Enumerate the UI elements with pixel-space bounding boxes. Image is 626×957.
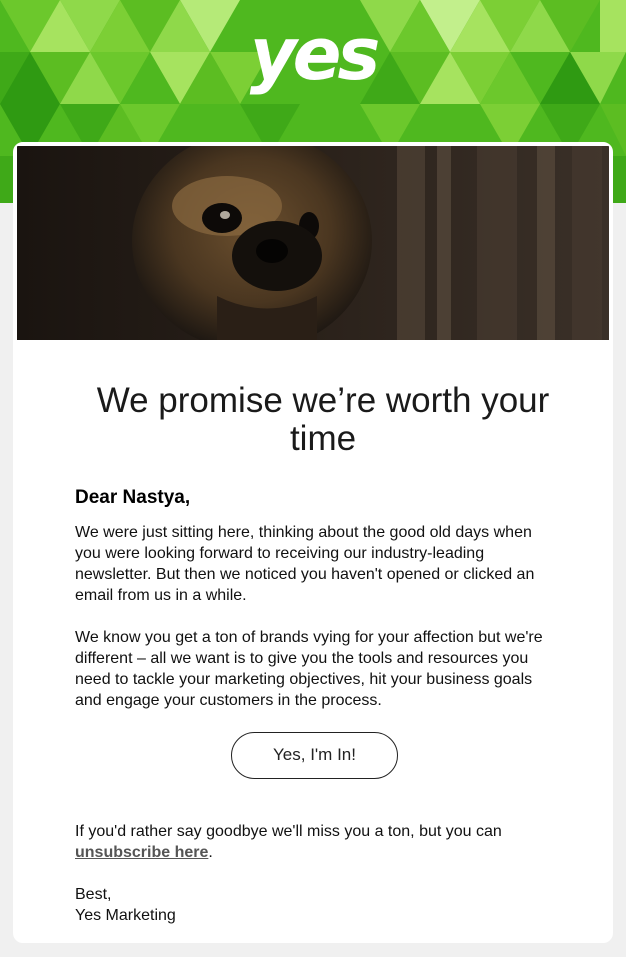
brand-logo[interactable]: yes [0,18,626,90]
hero-image [17,146,609,340]
greeting: Dear Nastya, [75,487,191,508]
goodbye-paragraph: If you'd rather say goodbye we'll miss y… [75,821,555,863]
unsubscribe-link[interactable]: unsubscribe here [75,844,208,861]
goodbye-period: . [208,844,213,861]
body-paragraph-1: We were just sitting here, thinking abou… [75,524,535,604]
signoff-name: Yes Marketing [75,907,176,924]
email-headline: We promise we’re worth your time [96,381,550,458]
email-card: We promise we’re worth your time Dear Na… [13,142,613,943]
signoff-best: Best, [75,886,112,903]
yes-im-in-button[interactable]: Yes, I'm In! [231,732,398,779]
pug-image [17,146,609,340]
signoff: Best, Yes Marketing [75,884,176,926]
body-paragraph-2: We know you get a ton of brands vying fo… [75,629,543,709]
goodbye-text: If you'd rather say goodbye we'll miss y… [75,823,502,840]
